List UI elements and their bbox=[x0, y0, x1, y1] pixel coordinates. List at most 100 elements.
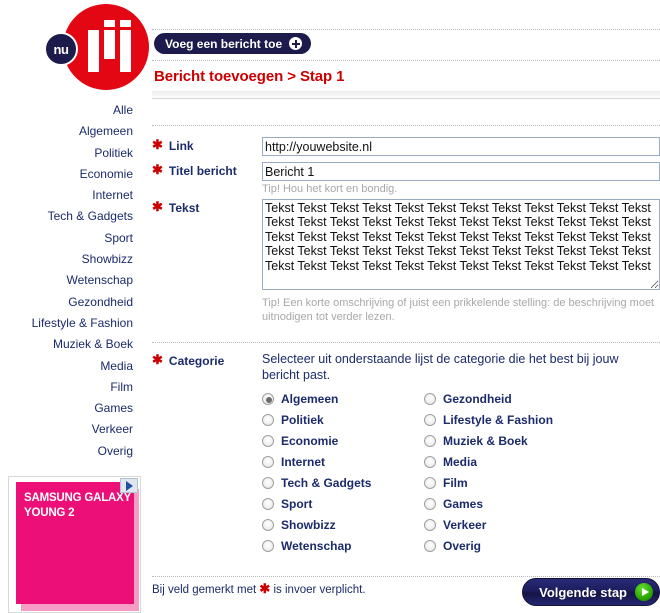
control-titel: Tip! Hou het kort en bondig. bbox=[262, 162, 660, 197]
radio-label-film: Film bbox=[443, 475, 468, 490]
radio-icon-verkeer[interactable] bbox=[424, 518, 436, 531]
radio-icon-lifestyle-fashion[interactable] bbox=[424, 413, 436, 426]
radio-icon-wetenschap[interactable] bbox=[262, 539, 274, 552]
radio-option-games[interactable]: Games bbox=[424, 493, 586, 514]
sidebar-item-muziek-boek[interactable]: Muziek & Boek bbox=[0, 334, 133, 355]
divider-above-form bbox=[152, 125, 660, 126]
radio-option-internet[interactable]: Internet bbox=[262, 451, 424, 472]
sidebar-item-overig[interactable]: Overig bbox=[0, 441, 133, 462]
logo-letter-dot-2 bbox=[104, 20, 115, 27]
radio-option-lifestyle-fashion[interactable]: Lifestyle & Fashion bbox=[424, 409, 586, 430]
categorie-radio-group: Algemeen Politiek Economie Internet Tech… bbox=[262, 388, 652, 556]
logo-letter-dot-3 bbox=[120, 20, 131, 27]
control-link bbox=[262, 137, 660, 156]
radio-icon-muziek-boek[interactable] bbox=[424, 434, 436, 447]
sidebar-item-lifestyle-fashion[interactable]: Lifestyle & Fashion bbox=[0, 313, 133, 334]
radio-label-wetenschap: Wetenschap bbox=[281, 538, 352, 553]
divider-above-category bbox=[152, 342, 660, 343]
control-tekst: Tekst Tekst Tekst Tekst Tekst Tekst Teks… bbox=[262, 199, 660, 324]
site-logo[interactable]: nu bbox=[36, 4, 149, 90]
radio-icon-tech-gadgets[interactable] bbox=[262, 476, 274, 489]
radio-option-tech-gadgets[interactable]: Tech & Gadgets bbox=[262, 472, 424, 493]
radio-label-lifestyle-fashion: Lifestyle & Fashion bbox=[443, 412, 554, 427]
radio-icon-gezondheid[interactable] bbox=[424, 392, 436, 405]
radio-option-algemeen[interactable]: Algemeen bbox=[262, 388, 424, 409]
radio-option-economie[interactable]: Economie bbox=[262, 430, 424, 451]
adchoices-triangle-icon bbox=[125, 480, 133, 491]
radio-icon-economie[interactable] bbox=[262, 434, 274, 447]
radio-icon-politiek[interactable] bbox=[262, 413, 274, 426]
radio-label-internet: Internet bbox=[281, 454, 326, 469]
radio-icon-internet[interactable] bbox=[262, 455, 274, 468]
label-categorie: ✱ Categorie bbox=[152, 352, 262, 368]
sidebar-item-verkeer[interactable]: Verkeer bbox=[0, 419, 133, 440]
sidebar-item-internet[interactable]: Internet bbox=[0, 185, 133, 206]
form-row-categorie: ✱ Categorie Selecteer uit onderstaande l… bbox=[152, 352, 660, 556]
arrow-right-circle-icon bbox=[635, 583, 653, 601]
radio-label-games: Games bbox=[443, 496, 484, 511]
control-categorie: Selecteer uit onderstaande lijst de cate… bbox=[262, 352, 660, 556]
sidebar-item-gezondheid[interactable]: Gezondheid bbox=[0, 292, 133, 313]
sidebar-item-tech-gadgets[interactable]: Tech & Gadgets bbox=[0, 206, 133, 227]
radio-icon-film[interactable] bbox=[424, 476, 436, 489]
radio-option-wetenschap[interactable]: Wetenschap bbox=[262, 535, 424, 556]
titel-input[interactable] bbox=[262, 162, 660, 181]
radio-label-algemeen: Algemeen bbox=[281, 391, 339, 406]
radio-label-sport: Sport bbox=[281, 496, 313, 511]
nu-badge-label: nu bbox=[53, 41, 69, 57]
add-message-button[interactable]: Voeg een bericht toe bbox=[154, 33, 312, 54]
radio-icon-games[interactable] bbox=[424, 497, 436, 510]
radio-icon-showbizz[interactable] bbox=[262, 518, 274, 531]
radio-icon-algemeen[interactable] bbox=[262, 392, 274, 405]
label-tekst-text: Tekst bbox=[168, 201, 200, 215]
sidebar-item-algemeen[interactable]: Algemeen bbox=[0, 121, 133, 142]
radio-label-economie: Economie bbox=[281, 433, 339, 448]
radio-option-politiek[interactable]: Politiek bbox=[262, 409, 424, 430]
sidebar-item-economie[interactable]: Economie bbox=[0, 164, 133, 185]
next-step-button-label: Volgende stap bbox=[539, 584, 627, 600]
divider-top bbox=[152, 29, 660, 30]
required-marker-categorie: ✱ bbox=[152, 352, 163, 367]
radio-option-overig[interactable]: Overig bbox=[424, 535, 586, 556]
adchoices-icon[interactable] bbox=[120, 478, 138, 493]
sidebar-item-film[interactable]: Film bbox=[0, 377, 133, 398]
sidebar-item-games[interactable]: Games bbox=[0, 398, 133, 419]
left-sidebar: nu Alle Algemeen Politiek Economie Inter… bbox=[0, 0, 149, 613]
radio-label-media: Media bbox=[443, 454, 478, 469]
sidebar-item-showbizz[interactable]: Showbizz bbox=[0, 249, 133, 270]
required-marker-tekst: ✱ bbox=[152, 199, 163, 214]
radio-option-film[interactable]: Film bbox=[424, 472, 586, 493]
required-marker-link: ✱ bbox=[152, 137, 163, 152]
label-tekst: ✱ Tekst bbox=[152, 199, 262, 215]
sidebar-item-sport[interactable]: Sport bbox=[0, 228, 133, 249]
radio-option-sport[interactable]: Sport bbox=[262, 493, 424, 514]
titel-tip: Tip! Hou het kort en bondig. bbox=[262, 183, 398, 195]
radio-icon-overig[interactable] bbox=[424, 539, 436, 552]
advertisement-banner[interactable]: SAMSUNG GALAXY YOUNG 2 bbox=[8, 476, 141, 613]
radio-option-showbizz[interactable]: Showbizz bbox=[262, 514, 424, 535]
radio-icon-media[interactable] bbox=[424, 455, 436, 468]
label-categorie-text: Categorie bbox=[168, 354, 225, 368]
form-row-tekst: ✱ Tekst Tekst Tekst Tekst Tekst Tekst Te… bbox=[152, 199, 660, 324]
logo-letter-bar-2 bbox=[104, 30, 115, 59]
required-note-after: is invoer verplicht. bbox=[273, 584, 366, 596]
link-input[interactable] bbox=[262, 137, 660, 156]
form-row-titel: ✱ Titel bericht Tip! Hou het kort en bon… bbox=[152, 162, 660, 197]
radio-option-muziek-boek[interactable]: Muziek & Boek bbox=[424, 430, 586, 451]
logo-letter-bar-3 bbox=[120, 30, 131, 72]
radio-label-muziek-boek: Muziek & Boek bbox=[443, 433, 528, 448]
next-step-button[interactable]: Volgende stap bbox=[522, 578, 660, 606]
divider-above-footer bbox=[152, 576, 660, 577]
sidebar-item-politiek[interactable]: Politiek bbox=[0, 143, 133, 164]
radio-icon-sport[interactable] bbox=[262, 497, 274, 510]
sidebar-item-media[interactable]: Media bbox=[0, 356, 133, 377]
radio-option-verkeer[interactable]: Verkeer bbox=[424, 514, 586, 535]
main-content: Voeg een bericht toe Bericht toevoegen >… bbox=[152, 0, 660, 613]
radio-option-gezondheid[interactable]: Gezondheid bbox=[424, 388, 586, 409]
logo-letter-bar-1 bbox=[88, 30, 99, 72]
tekst-textarea[interactable]: Tekst Tekst Tekst Tekst Tekst Tekst Teks… bbox=[262, 199, 660, 290]
sidebar-item-alle[interactable]: Alle bbox=[0, 100, 133, 121]
radio-option-media[interactable]: Media bbox=[424, 451, 586, 472]
sidebar-item-wetenschap[interactable]: Wetenschap bbox=[0, 270, 134, 291]
ad-headline: SAMSUNG GALAXY YOUNG 2 bbox=[24, 492, 131, 519]
